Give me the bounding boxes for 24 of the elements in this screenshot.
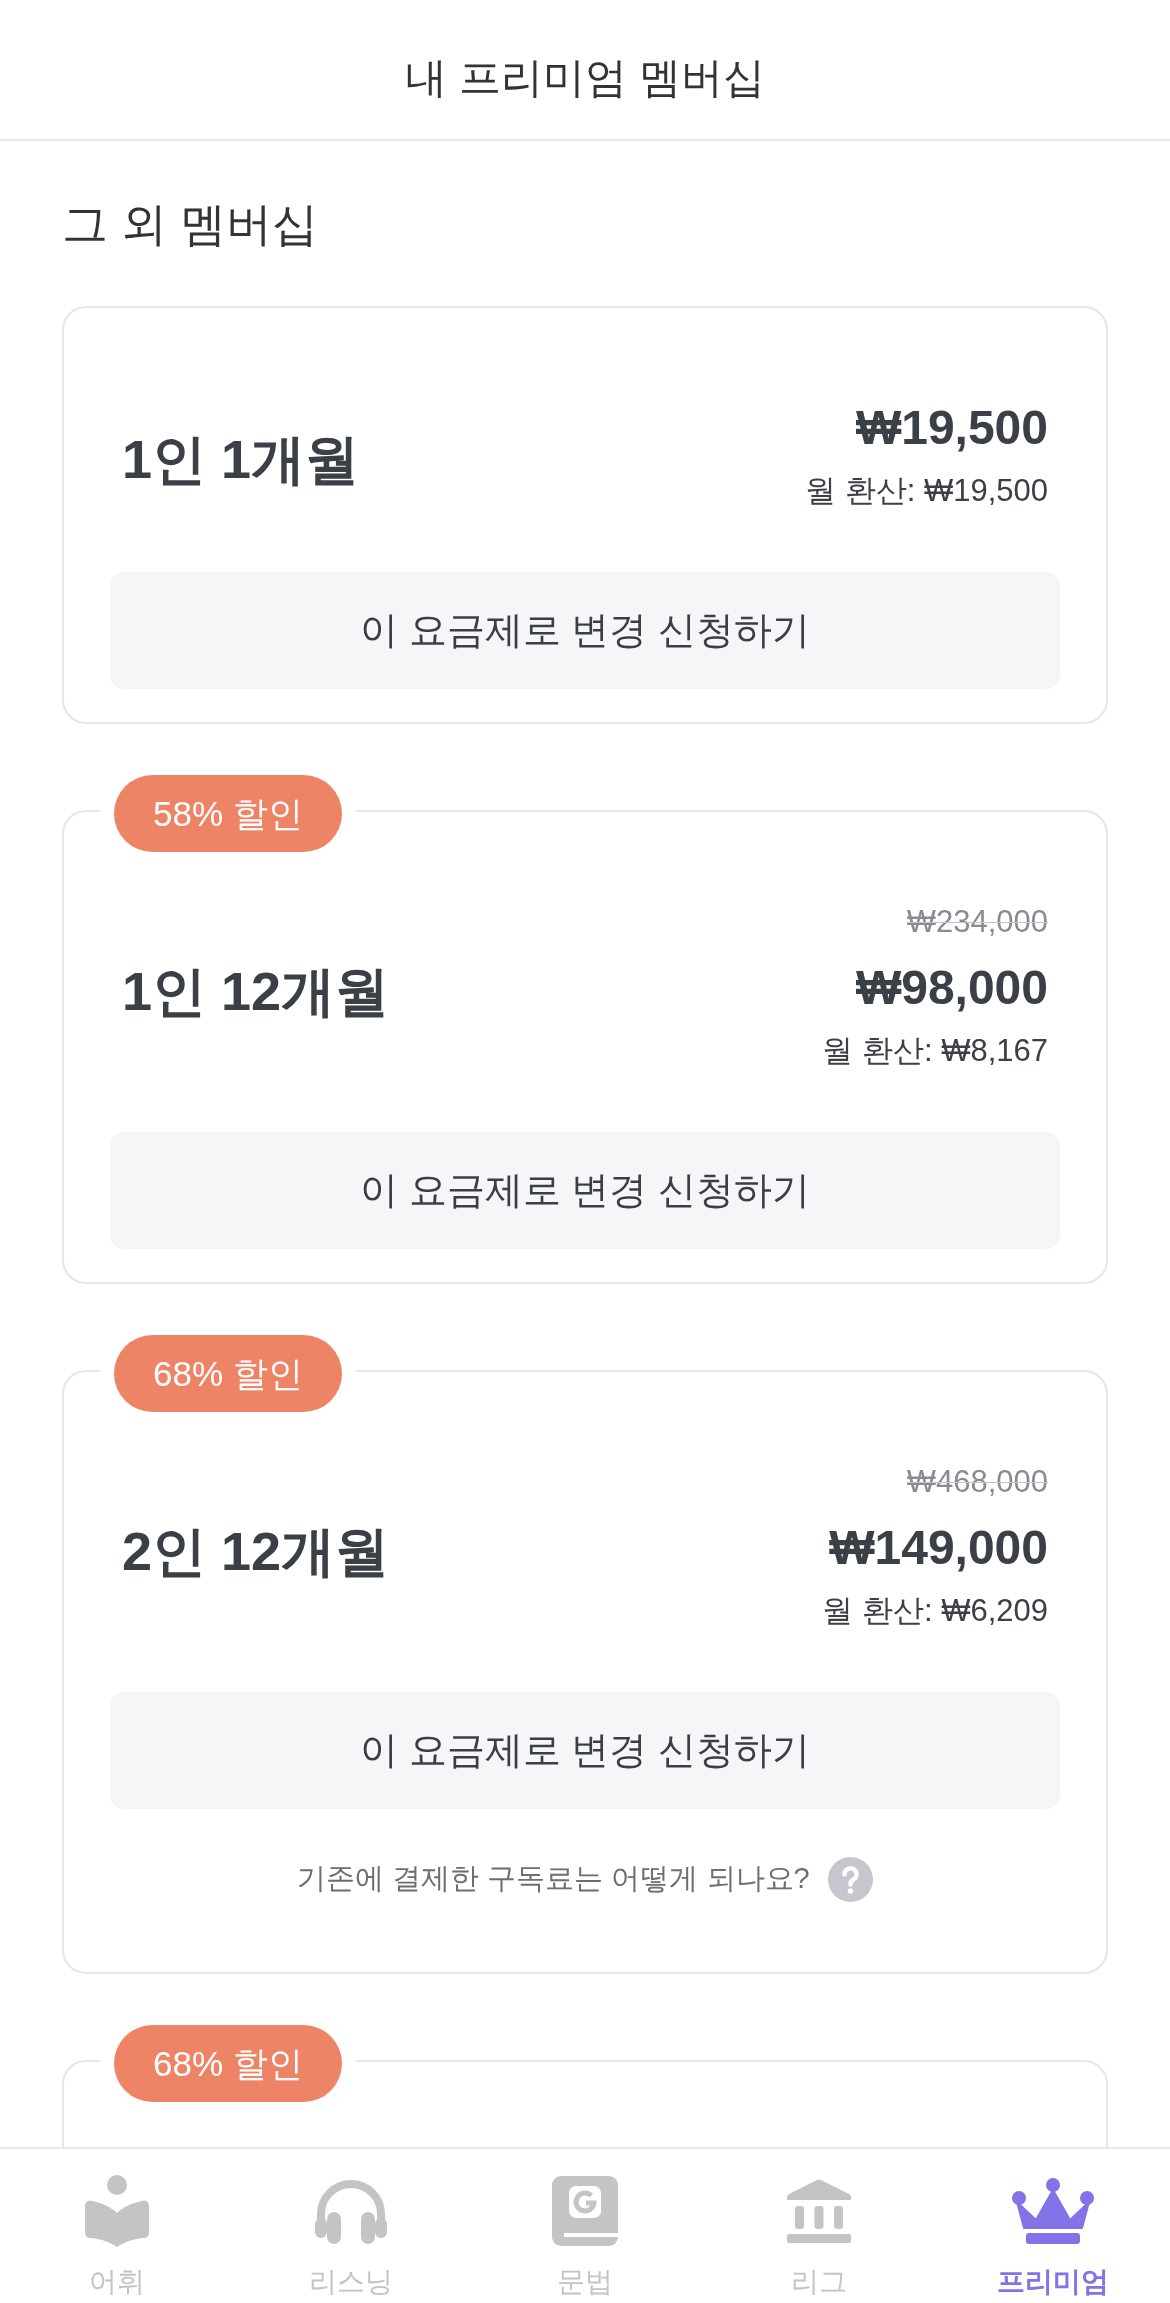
monthly-price: 월 환산: ₩6,209 [822,1592,1048,1630]
price: ₩149,000 [829,1520,1048,1576]
section-title: 그 외 멤버십 [62,197,318,252]
change-plan-button[interactable]: 이 요금제로 변경 신청하기 [110,572,1060,689]
headphones-icon [312,2178,390,2244]
change-plan-button[interactable]: 이 요금제로 변경 신청하기 [110,1692,1060,1809]
plan-name: 1인 12개월 [122,960,390,1023]
help-icon[interactable] [827,1856,873,1902]
original-price: ₩468,000 [906,1463,1048,1501]
plan-name: 2인 12개월 [122,1520,390,1583]
crown-icon [1012,2178,1094,2244]
help-button[interactable]: 기존에 결제한 구독료는 어떻게 되나요? [297,1845,873,1913]
book-icon [552,2176,618,2246]
plan-name: 1인 1개월 [122,428,360,491]
original-price: ₩234,000 [906,903,1048,941]
change-plan-button[interactable]: 이 요금제로 변경 신청하기 [110,1132,1060,1249]
page-title: 내 프리미엄 멤버십 [405,52,765,103]
book-reader-icon [84,2175,150,2247]
price: ₩19,500 [855,400,1048,456]
monthly-price: 월 환산: ₩19,500 [805,472,1048,510]
nav-tab[interactable]: 프리미엄 [936,2149,1170,2303]
building-icon [787,2179,851,2243]
monthly-price: 월 환산: ₩8,167 [822,1032,1048,1070]
price: ₩98,000 [855,960,1048,1016]
